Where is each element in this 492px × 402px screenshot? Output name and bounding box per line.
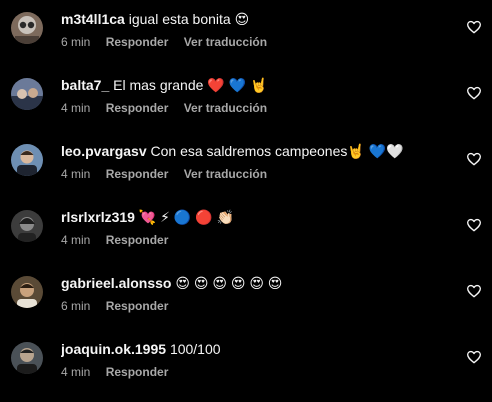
reply-button[interactable]: Responder	[106, 233, 169, 247]
comment-time: 4 min	[61, 233, 91, 247]
see-translation-button[interactable]: Ver traducción	[184, 35, 267, 49]
avatar[interactable]	[11, 276, 43, 308]
avatar[interactable]	[11, 12, 43, 44]
heart-outline-icon[interactable]	[466, 349, 482, 365]
comment-list: m3t4ll1ca igual esta bonita 😍 6 min Resp…	[0, 0, 492, 402]
comment-body: joaquin.ok.1995 100/100 4 min Responder	[61, 340, 451, 380]
comment-text: 💘 ⚡ 🔵 🔴 👏🏻	[138, 209, 234, 225]
heart-outline-icon[interactable]	[466, 283, 482, 299]
comment-time: 4 min	[61, 365, 91, 379]
comment-username[interactable]: gabrieel.alonsso	[61, 275, 171, 291]
avatar[interactable]	[11, 78, 43, 110]
comment-text: 100/100	[169, 341, 221, 357]
comment-time: 4 min	[61, 167, 91, 181]
comment-item: joaquin.ok.1995 100/100 4 min Responder	[0, 340, 492, 400]
comment-username[interactable]: rlsrlxrlz319	[61, 209, 135, 225]
comment-username[interactable]: m3t4ll1ca	[61, 11, 125, 27]
reply-button[interactable]: Responder	[106, 35, 169, 49]
comment-body: gabrieel.alonsso 😍 😍 😍 😍 😍 😍 6 min Respo…	[61, 274, 451, 314]
comment-body: leo.pvargasv Con esa saldremos campeones…	[61, 142, 451, 182]
comment-text: igual esta bonita 😍	[128, 11, 250, 27]
reply-button[interactable]: Responder	[106, 101, 169, 115]
comment-username[interactable]: leo.pvargasv	[61, 143, 147, 159]
comment-item: leo.pvargasv Con esa saldremos campeones…	[0, 142, 492, 202]
avatar[interactable]	[11, 342, 43, 374]
comment-item: rlsrlxrlz319 💘 ⚡ 🔵 🔴 👏🏻 4 min Responder	[0, 208, 492, 268]
reply-button[interactable]: Responder	[106, 365, 169, 379]
heart-outline-icon[interactable]	[466, 151, 482, 167]
heart-outline-icon[interactable]	[466, 217, 482, 233]
reply-button[interactable]: Responder	[106, 299, 169, 313]
comment-body: balta7_ El mas grande ❤️ 💙 🤘 4 min Respo…	[61, 76, 451, 116]
reply-button[interactable]: Responder	[106, 167, 169, 181]
see-translation-button[interactable]: Ver traducción	[184, 167, 267, 181]
heart-outline-icon[interactable]	[466, 85, 482, 101]
see-translation-button[interactable]: Ver traducción	[184, 101, 267, 115]
comment-text: Con esa saldremos campeones🤘 💙🤍	[150, 143, 404, 159]
comment-time: 6 min	[61, 299, 91, 313]
comment-item: gabrieel.alonsso 😍 😍 😍 😍 😍 😍 6 min Respo…	[0, 274, 492, 334]
comment-body: m3t4ll1ca igual esta bonita 😍 6 min Resp…	[61, 10, 451, 50]
heart-outline-icon[interactable]	[466, 19, 482, 35]
comment-time: 6 min	[61, 35, 91, 49]
comment-text: El mas grande ❤️ 💙 🤘	[113, 77, 268, 93]
avatar[interactable]	[11, 144, 43, 176]
comment-item: balta7_ El mas grande ❤️ 💙 🤘 4 min Respo…	[0, 76, 492, 136]
avatar[interactable]	[11, 210, 43, 242]
comment-item: m3t4ll1ca igual esta bonita 😍 6 min Resp…	[0, 10, 492, 70]
comment-username[interactable]: balta7_	[61, 77, 109, 93]
comment-username[interactable]: joaquin.ok.1995	[61, 341, 166, 357]
comment-text: 😍 😍 😍 😍 😍 😍	[175, 275, 283, 291]
comment-body: rlsrlxrlz319 💘 ⚡ 🔵 🔴 👏🏻 4 min Responder	[61, 208, 451, 248]
comment-time: 4 min	[61, 101, 91, 115]
